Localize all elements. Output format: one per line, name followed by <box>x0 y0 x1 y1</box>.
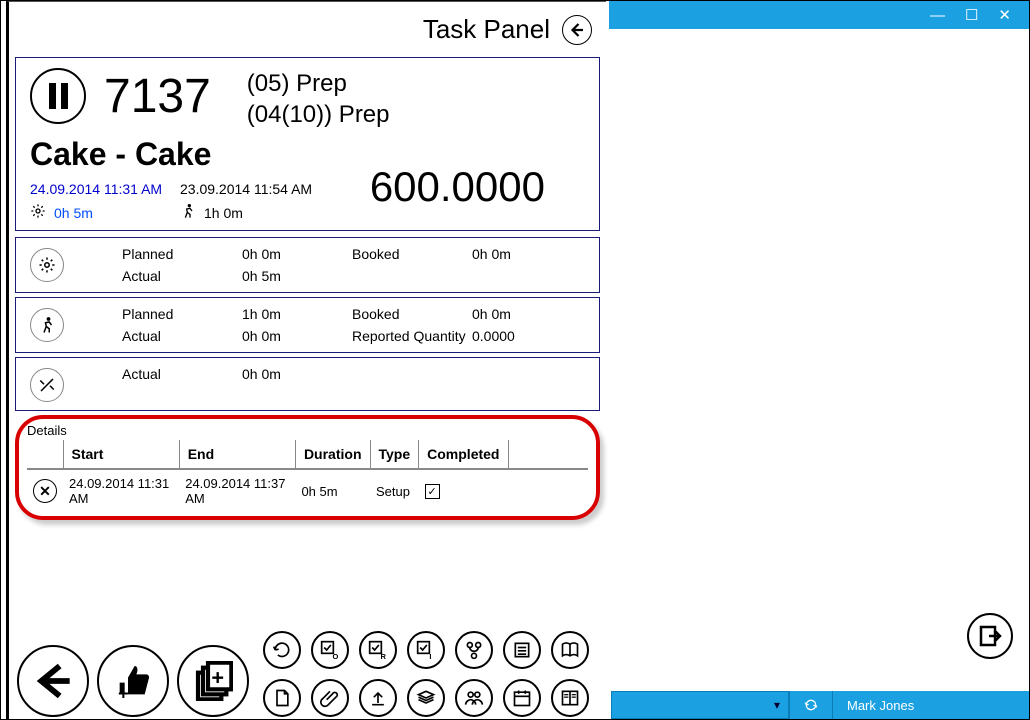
planned-time: 23.09.2014 11:54 AM <box>180 181 312 197</box>
col-start[interactable]: Start <box>63 440 179 469</box>
task-card: 7137 (05) Prep (04(10)) Prep Cake - Cake… <box>15 57 600 231</box>
cell-type: Setup <box>370 469 419 508</box>
run-section: Planned 1h 0m Booked 0h 0m Actual 0h 0m … <box>15 297 600 353</box>
svg-text:O: O <box>333 652 339 660</box>
value: 0h 0m <box>472 306 562 322</box>
run-icon <box>180 203 196 222</box>
operation-line-2: (04(10)) Prep <box>247 99 390 130</box>
collapse-panel-button[interactable] <box>562 15 592 45</box>
cell-duration: 0h 5m <box>295 469 370 508</box>
svg-text:I: I <box>429 652 431 660</box>
details-callout: Details Start End Duration Type Complete… <box>15 415 600 520</box>
value: 0h 0m <box>242 246 352 262</box>
refresh-status-icon[interactable] <box>789 691 832 719</box>
check-r-button[interactable]: R <box>359 631 397 669</box>
cell-end: 24.09.2014 11:37 AM <box>179 469 295 508</box>
back-button[interactable] <box>17 645 89 717</box>
start-time: 24.09.2014 11:31 AM <box>30 181 180 197</box>
col-end[interactable]: End <box>179 440 295 469</box>
label: Actual <box>122 328 242 344</box>
layers-button[interactable] <box>407 679 445 717</box>
operation-lines: (05) Prep (04(10)) Prep <box>247 68 390 130</box>
check-i-button[interactable]: I <box>407 631 445 669</box>
run-duration: 1h 0m <box>204 205 243 221</box>
value: 1h 0m <box>242 306 352 322</box>
task-number: 7137 <box>104 69 211 124</box>
gear-icon[interactable] <box>30 248 64 282</box>
completed-checkbox[interactable]: ✓ <box>425 484 440 499</box>
gear-icon <box>30 203 46 222</box>
value: 0h 0m <box>472 246 562 262</box>
calendar-button[interactable] <box>503 679 541 717</box>
label: Reported Quantity <box>352 328 472 344</box>
col-duration[interactable]: Duration <box>295 440 370 469</box>
status-bar: ▾ Mark Jones <box>611 691 1029 719</box>
value: 0h 0m <box>242 328 352 344</box>
quantity-value: 600.0000 <box>370 163 545 211</box>
label: Booked <box>352 306 472 322</box>
col-type[interactable]: Type <box>370 440 419 469</box>
delete-row-button[interactable]: ✕ <box>33 479 57 503</box>
value: 0h 5m <box>242 268 352 284</box>
setup-duration: 0h 5m <box>54 205 93 221</box>
list-button[interactable] <box>503 631 541 669</box>
window-titlebar: — ☐ ✕ <box>609 1 1029 29</box>
label: Booked <box>352 246 472 262</box>
user-label[interactable]: Mark Jones <box>832 691 1029 719</box>
svg-text:R: R <box>381 652 387 660</box>
tools-icon[interactable] <box>30 368 64 402</box>
value: 0h 0m <box>242 366 352 382</box>
approve-button[interactable]: + <box>97 645 169 717</box>
link-button[interactable] <box>455 631 493 669</box>
attach-button[interactable] <box>311 679 349 717</box>
close-icon[interactable]: ✕ <box>998 8 1011 23</box>
label: Planned <box>122 246 242 262</box>
table-row[interactable]: ✕ 24.09.2014 11:31 AM 24.09.2014 11:37 A… <box>27 469 588 508</box>
page-button[interactable] <box>263 679 301 717</box>
panel-header: Task Panel <box>15 2 600 57</box>
users-button[interactable] <box>455 679 493 717</box>
cell-start: 24.09.2014 11:31 AM <box>63 469 179 508</box>
setup-section: Planned 0h 0m Booked 0h 0m Actual 0h 5m <box>15 237 600 293</box>
col-completed[interactable]: Completed <box>419 440 508 469</box>
operation-line-1: (05) Prep <box>247 68 390 99</box>
details-title: Details <box>27 423 588 438</box>
label: Actual <box>122 366 242 382</box>
manual-button[interactable] <box>551 679 589 717</box>
details-table: Start End Duration Type Completed ✕ 24.0… <box>27 440 588 508</box>
panel-title: Task Panel <box>423 14 550 45</box>
label: Actual <box>122 268 242 284</box>
svg-text:+: + <box>211 664 224 689</box>
check-o-button[interactable]: O <box>311 631 349 669</box>
run-icon[interactable] <box>30 308 64 342</box>
maximize-icon[interactable]: ☐ <box>965 8 978 23</box>
pause-icon[interactable] <box>30 68 86 124</box>
svg-text:+: + <box>118 682 129 701</box>
upload-button[interactable] <box>359 679 397 717</box>
label: Planned <box>122 306 242 322</box>
bottom-toolbar: + + O R I <box>17 631 589 717</box>
task-panel: Task Panel 7137 (05) Prep (04(10)) Prep … <box>6 1 606 719</box>
minimize-icon[interactable]: — <box>930 8 945 23</box>
value: 0.0000 <box>472 328 562 344</box>
exit-button[interactable] <box>967 613 1013 659</box>
status-dropdown[interactable]: ▾ <box>611 691 789 719</box>
documents-button[interactable]: + <box>177 645 249 717</box>
refresh-button[interactable] <box>263 631 301 669</box>
book-button[interactable] <box>551 631 589 669</box>
tools-section: Actual 0h 0m <box>15 357 600 411</box>
